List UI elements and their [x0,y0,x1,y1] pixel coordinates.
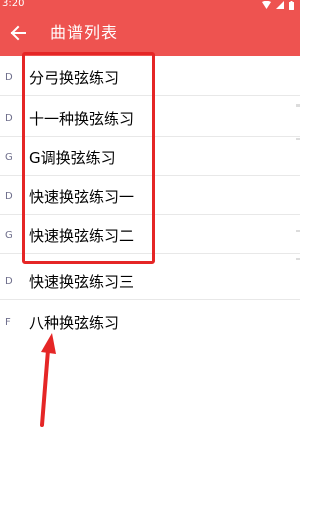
status-bar: 3:20 [0,0,300,10]
song-key: D [5,72,13,83]
song-key: D [5,113,13,124]
song-key: G [5,230,13,241]
signal-icon [276,1,284,9]
list-item[interactable]: D 快速换弦练习三 [0,266,300,300]
status-time: 3:20 [2,0,25,9]
divider [0,299,300,300]
song-title: 快速换弦练习三 [29,273,135,291]
song-title: 八种换弦练习 [29,314,120,332]
battery-icon [289,0,294,10]
edge-mark [296,230,300,232]
song-key: F [5,317,11,328]
arrow-left-icon [10,25,26,41]
wifi-icon [262,1,271,9]
edge-mark [296,138,300,140]
song-key: G [5,152,13,163]
list-item[interactable]: F 八种换弦练习 [0,307,300,341]
annotation-highlight-box [22,52,155,264]
status-icons [262,0,294,10]
song-key: D [5,276,13,287]
app-bar: 曲谱列表 [0,10,300,56]
page-title: 曲谱列表 [50,23,119,42]
edge-mark [296,104,300,107]
back-button[interactable] [6,21,30,45]
edge-mark [296,258,300,260]
song-key: D [5,191,13,202]
